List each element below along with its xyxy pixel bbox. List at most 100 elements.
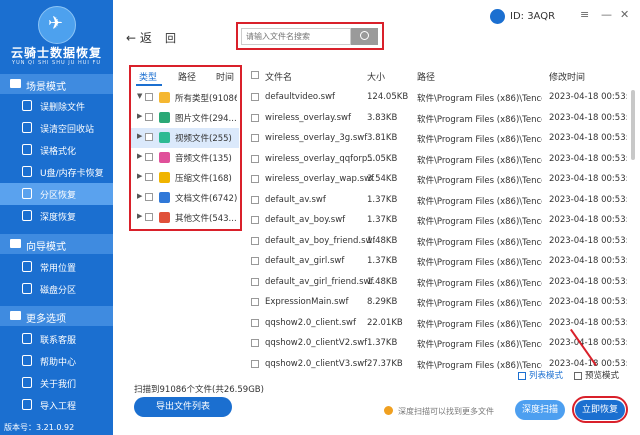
list-mode-button[interactable]: 列表模式 xyxy=(518,369,563,381)
help-icon xyxy=(22,355,32,366)
table-row[interactable]: qqshow2.0_clientV2.swf 1.37KB 软件\Program F… xyxy=(247,334,627,354)
table-row[interactable]: wireless_overlay_3g.swf 3.81KB 软件\Program … xyxy=(247,129,627,149)
file-modified-time: 2023-04-18 00:53:47 xyxy=(549,133,627,143)
sidebar-item-help-center[interactable]: 帮助中心 xyxy=(0,350,113,372)
menu-icon[interactable]: ≡ xyxy=(580,8,589,21)
row-checkbox[interactable] xyxy=(251,236,259,245)
column-header-name[interactable]: 文件名 xyxy=(265,70,292,83)
sidebar-item-deep-recovery[interactable]: 深度恢复 xyxy=(0,205,113,227)
sidebar-item-partition-recovery[interactable]: 分区恢复 xyxy=(0,183,113,205)
column-header-path[interactable]: 路径 xyxy=(417,70,435,83)
recover-now-button[interactable]: 立即恢复 xyxy=(575,400,625,420)
tree-item-other[interactable]: ▶ 其他文件(543... xyxy=(131,208,239,228)
audio-icon xyxy=(159,152,170,163)
sidebar-item-usb-card[interactable]: U盘/内存卡恢复 xyxy=(0,161,113,183)
file-name: defaultvideo.swf xyxy=(265,92,336,102)
chevron-down-icon[interactable]: ▼ xyxy=(137,92,142,100)
sidebar-item-import-project[interactable]: 导入工程 xyxy=(0,394,113,416)
file-size: 5.05KB xyxy=(367,153,398,164)
row-checkbox[interactable] xyxy=(251,216,259,224)
file-path: 软件\Program Files (x86)\Tencent... xyxy=(417,340,542,350)
sidebar-item-common-locations[interactable]: 常用位置 xyxy=(0,256,113,278)
file-size: 3.54KB xyxy=(367,174,398,184)
minimize-icon[interactable]: — xyxy=(601,8,612,21)
checkbox[interactable] xyxy=(145,193,153,201)
chevron-right-icon[interactable]: ▶ xyxy=(137,112,142,120)
chevron-right-icon[interactable]: ▶ xyxy=(137,152,142,160)
preview-mode-button[interactable]: 预览模式 xyxy=(574,369,619,381)
file-path: 软件\Program Files (x86)\Tencent... xyxy=(417,135,542,145)
file-size: 3.83KB xyxy=(367,112,398,123)
tab-time[interactable]: 时间 xyxy=(216,70,234,83)
file-modified-time: 2023-04-18 00:53:47 xyxy=(549,297,627,307)
row-checkbox[interactable] xyxy=(251,318,259,327)
export-list-button[interactable]: 导出文件列表 xyxy=(134,397,232,417)
row-checkbox[interactable] xyxy=(251,277,259,286)
user-icon[interactable] xyxy=(490,9,505,24)
search-icon[interactable] xyxy=(351,28,378,45)
table-row[interactable]: wireless_overlay.swf 3.83KB 软件\Program Fil… xyxy=(247,109,627,129)
grid-icon xyxy=(574,371,582,380)
chevron-right-icon[interactable]: ▶ xyxy=(137,212,142,220)
tree-item-documents[interactable]: ▶ 文档文件(6742) xyxy=(131,188,239,208)
row-checkbox[interactable] xyxy=(251,113,259,122)
tree-item-archives[interactable]: ▶ 压缩文件(168) xyxy=(131,168,239,188)
row-checkbox[interactable] xyxy=(251,195,259,204)
checkbox[interactable] xyxy=(145,213,153,221)
row-checkbox[interactable] xyxy=(251,257,259,265)
sidebar-item-recycle-bin[interactable]: 误清空回收站 xyxy=(0,117,113,139)
checkbox[interactable] xyxy=(145,113,153,121)
search-input[interactable] xyxy=(241,28,351,45)
row-checkbox[interactable] xyxy=(251,134,259,142)
checkbox[interactable] xyxy=(145,93,153,101)
scrollbar[interactable] xyxy=(631,90,635,160)
deep-scan-button[interactable]: 深度扫描 xyxy=(515,400,565,420)
file-path: 软件\Program Files (x86)\Tencent... xyxy=(417,299,542,309)
tree-item-all-types[interactable]: ▼ 所有类型(91086) xyxy=(131,88,239,108)
tree-item-audio[interactable]: ▶ 音频文件(135) xyxy=(131,148,239,168)
tab-type[interactable]: 类型 xyxy=(139,70,157,83)
checkbox[interactable] xyxy=(145,173,153,181)
tree-item-images[interactable]: ▶ 图片文件(294... xyxy=(131,108,239,128)
table-row[interactable]: wireless_overlay_qqforp... 5.05KB 软件\Progr… xyxy=(247,150,627,170)
table-row[interactable]: defaultvideo.swf 124.05KB 软件\Program Files… xyxy=(247,88,627,108)
row-checkbox[interactable] xyxy=(251,154,259,163)
deep-recovery-icon xyxy=(22,210,32,221)
back-button[interactable]: ← 返 xyxy=(126,29,152,46)
select-all-checkbox[interactable] xyxy=(251,71,259,79)
column-header-size[interactable]: 大小 xyxy=(367,70,385,83)
close-icon[interactable]: ✕ xyxy=(620,8,629,21)
chevron-right-icon[interactable]: ▶ xyxy=(137,132,142,140)
sidebar-item-format[interactable]: 误格式化 xyxy=(0,139,113,161)
row-checkbox[interactable] xyxy=(251,339,259,347)
table-row[interactable]: default_av.swf 1.37KB 软件\Program Files (x8… xyxy=(247,191,627,211)
more-options-icon xyxy=(10,311,21,320)
column-header-modified[interactable]: 修改时间 xyxy=(549,70,585,83)
section-more-options: 更多选项 xyxy=(0,306,113,326)
sidebar-item-contact-support[interactable]: 联系客服 xyxy=(0,328,113,350)
row-checkbox[interactable] xyxy=(251,298,259,306)
row-checkbox[interactable] xyxy=(251,175,259,183)
sidebar-item-deleted-files[interactable]: 误删除文件 xyxy=(0,95,113,117)
sidebar-item-about-us[interactable]: 关于我们 xyxy=(0,372,113,394)
table-row[interactable]: ExpressionMain.swf 8.29KB 软件\Program Files… xyxy=(247,293,627,313)
table-row[interactable]: wireless_overlay_wap.swf 3.54KB 软件\Program… xyxy=(247,170,627,190)
file-name: qqshow2.0_clientV2.swf xyxy=(265,338,368,348)
checkbox[interactable] xyxy=(145,153,153,161)
tree-item-videos[interactable]: ▶ 视频文件(255) xyxy=(131,128,239,148)
tab-path[interactable]: 路径 xyxy=(178,70,196,83)
home-button[interactable]: 回 xyxy=(165,30,176,46)
table-row[interactable]: default_av_girl_friend.swf 1.48KB 软件\Progr… xyxy=(247,273,627,293)
chevron-right-icon[interactable]: ▶ xyxy=(137,172,142,180)
table-row[interactable]: default_av_girl.swf 1.37KB 软件\Program File… xyxy=(247,252,627,272)
chevron-right-icon[interactable]: ▶ xyxy=(137,192,142,200)
checkbox[interactable] xyxy=(145,133,153,141)
sidebar-item-disk-partition[interactable]: 磁盘分区 xyxy=(0,278,113,300)
table-row[interactable]: default_av_boy_friend.swf 1.48KB 软件\Progra… xyxy=(247,232,627,252)
row-checkbox[interactable] xyxy=(251,93,259,101)
file-modified-time: 2023-04-18 00:53:47 xyxy=(549,174,627,184)
table-row[interactable]: qqshow2.0_clientV3.swf 27.37KB 软件\Program … xyxy=(247,355,627,375)
partition-icon xyxy=(22,188,32,199)
row-checkbox[interactable] xyxy=(251,359,259,368)
table-row[interactable]: default_av_boy.swf 1.37KB 软件\Program Files… xyxy=(247,211,627,231)
